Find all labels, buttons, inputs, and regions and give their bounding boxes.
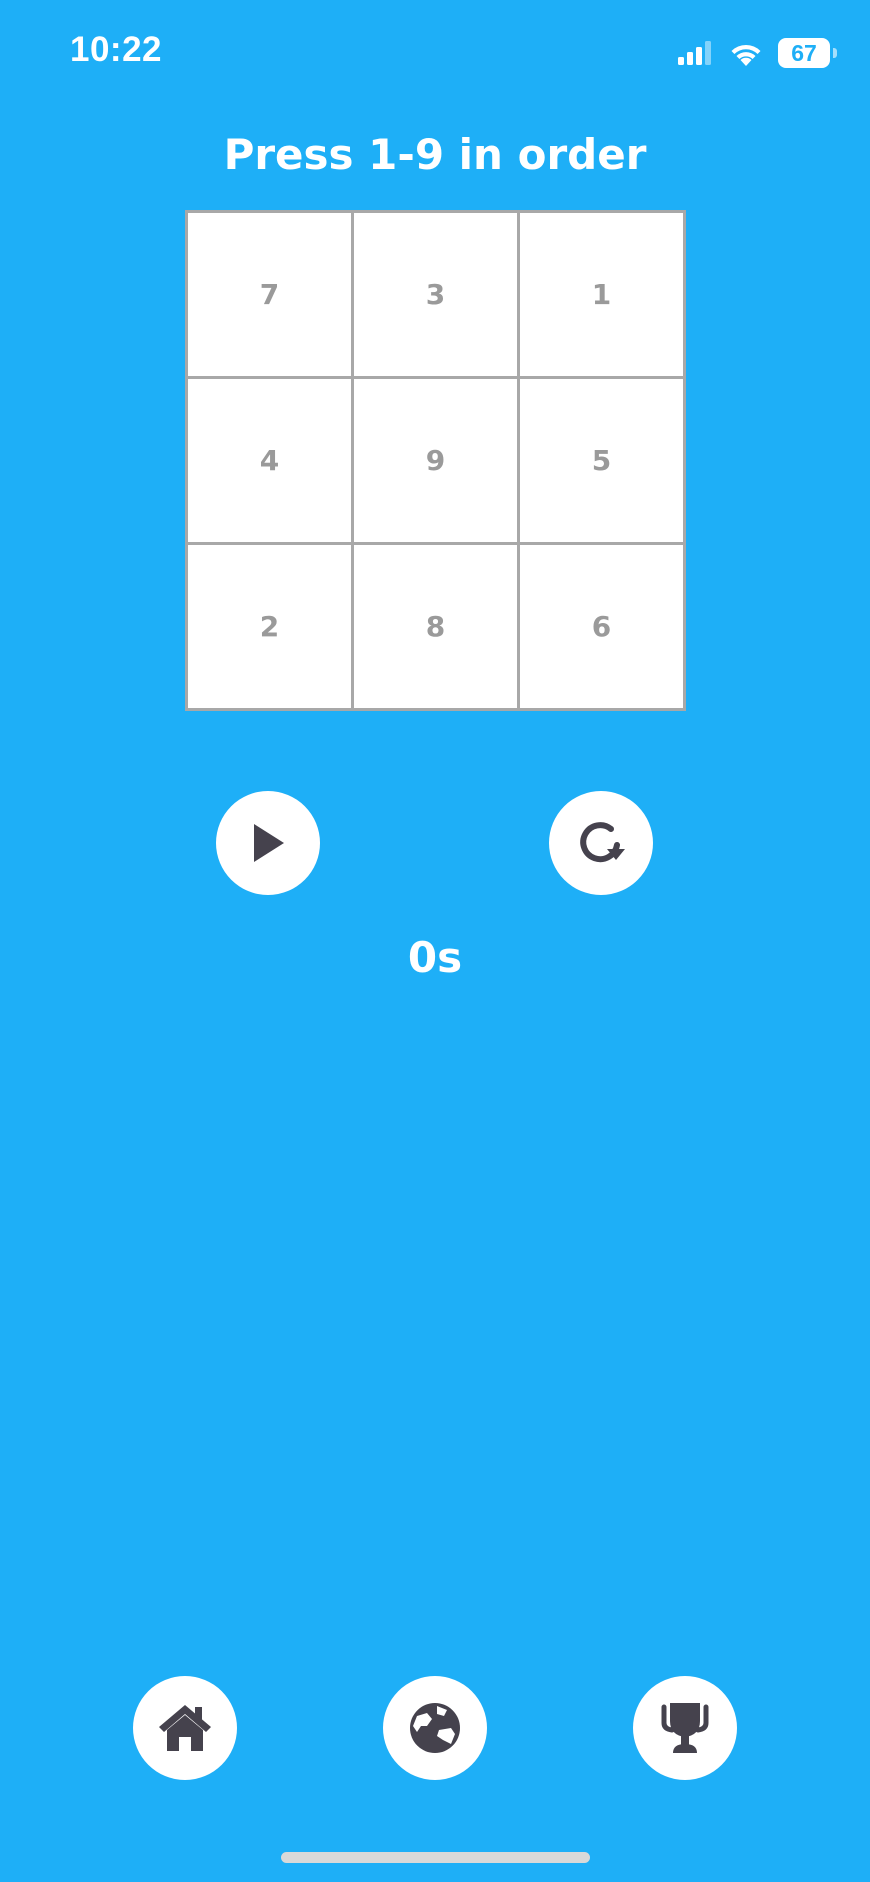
globe-button[interactable]	[383, 1676, 487, 1780]
grid-cell[interactable]: 7	[188, 213, 351, 376]
grid-cell[interactable]: 6	[520, 545, 683, 708]
grid-cell[interactable]: 2	[188, 545, 351, 708]
grid-cell[interactable]: 3	[354, 213, 517, 376]
play-icon	[254, 824, 284, 862]
status-icons: 67	[678, 38, 837, 68]
restart-button[interactable]	[549, 791, 653, 895]
battery-nub	[833, 48, 837, 58]
home-indicator	[281, 1852, 590, 1863]
home-button[interactable]	[133, 1676, 237, 1780]
battery-level: 67	[791, 39, 817, 66]
grid-cell[interactable]: 9	[354, 379, 517, 542]
restart-icon	[580, 822, 625, 863]
trophy-icon	[661, 1703, 709, 1753]
game-title: Press 1-9 in order	[223, 130, 647, 179]
wifi-icon	[731, 44, 761, 66]
cellular-signal-icon	[678, 41, 711, 65]
grid-cell[interactable]: 1	[520, 213, 683, 376]
status-bar: 10:22 67	[0, 0, 870, 110]
status-time: 10:22	[70, 30, 163, 69]
play-button[interactable]	[216, 791, 320, 895]
battery-icon: 67	[778, 38, 837, 68]
home-icon	[159, 1705, 211, 1751]
globe-icon	[410, 1703, 460, 1753]
grid-cell[interactable]: 4	[188, 379, 351, 542]
grid-cell[interactable]: 5	[520, 379, 683, 542]
number-grid: 7 3 1 4 9 5 2 8 6	[185, 210, 686, 711]
grid-cell[interactable]: 8	[354, 545, 517, 708]
trophy-button[interactable]	[633, 1676, 737, 1780]
timer: 0s	[407, 933, 463, 982]
